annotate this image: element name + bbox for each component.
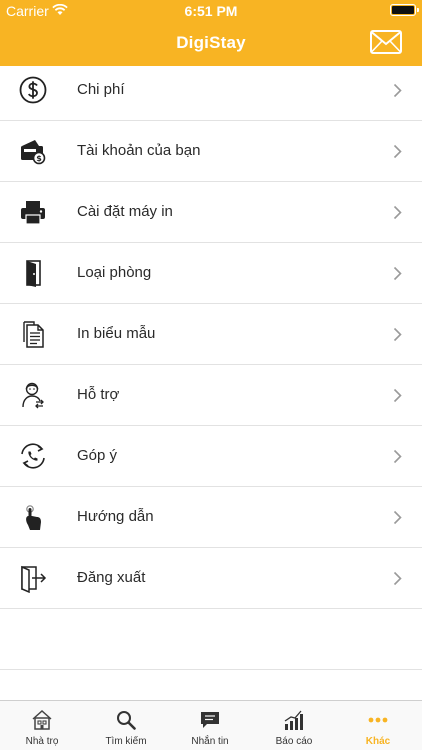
- chat-icon: [201, 712, 219, 728]
- menu-item-label: Cài đặt máy in: [77, 203, 173, 220]
- chevron-right-icon: [393, 388, 402, 403]
- chevron-right-icon: [393, 510, 402, 525]
- svg-text:$: $: [36, 154, 42, 163]
- tab-label: Nhà trọ: [25, 736, 59, 747]
- chevron-right-icon: [393, 327, 402, 342]
- menu-item-label: Tài khoản của bạn: [77, 142, 201, 159]
- chevron-right-icon: [393, 83, 402, 98]
- tab-label: Tìm kiếm: [105, 736, 147, 747]
- menu-item-in-bieu-mau[interactable]: In biểu mẫu: [0, 304, 422, 365]
- wallet-icon: $: [21, 140, 46, 165]
- chevron-right-icon: [393, 449, 402, 464]
- tab-label: Báo cáo: [275, 736, 313, 747]
- app-header: Carrier 6:51 PM DigiStay: [0, 0, 422, 66]
- tab-tim-kiem[interactable]: Tìm kiếm: [84, 701, 168, 750]
- search-icon: [117, 711, 136, 730]
- chart-icon: [284, 710, 303, 730]
- menu-item-gop-y[interactable]: Góp ý: [0, 426, 422, 487]
- menu-item-chi-phi[interactable]: Chi phí: [0, 60, 422, 121]
- menu-item-label: Đăng xuất: [77, 569, 146, 586]
- house-icon: [32, 709, 52, 730]
- chevron-right-icon: [393, 205, 402, 220]
- menu-item-label: Chi phí: [77, 81, 125, 98]
- settings-menu: Chi phí $ Tài khoản của bạn Cài đặt máy …: [0, 60, 422, 670]
- menu-item-cai-dat-may-in[interactable]: Cài đặt máy in: [0, 182, 422, 243]
- logout-icon: [21, 565, 47, 593]
- menu-item-tai-khoan[interactable]: $ Tài khoản của bạn: [0, 121, 422, 182]
- empty-row: [0, 609, 422, 670]
- envelope-icon[interactable]: [370, 30, 402, 54]
- chevron-right-icon: [393, 571, 402, 586]
- menu-item-label: In biểu mẫu: [77, 325, 156, 342]
- menu-item-label: Góp ý: [77, 447, 118, 464]
- tab-khac[interactable]: Khác: [336, 701, 420, 750]
- page-title: DigiStay: [176, 33, 246, 52]
- battery-icon: [390, 4, 419, 16]
- menu-item-label: Hướng dẫn: [77, 508, 154, 525]
- tab-label: Khác: [365, 736, 391, 747]
- tab-bao-cao[interactable]: Báo cáo: [252, 701, 336, 750]
- tab-nhan-tin[interactable]: Nhắn tin: [168, 701, 252, 750]
- chevron-right-icon: [393, 266, 402, 281]
- door-icon: [26, 260, 41, 287]
- menu-item-ho-tro[interactable]: Hỗ trợ: [0, 365, 422, 426]
- support-icon: [22, 382, 44, 409]
- chevron-right-icon: [393, 144, 402, 159]
- more-icon: [368, 717, 388, 723]
- menu-item-label: Hỗ trợ: [77, 386, 120, 403]
- printer-icon: [21, 201, 45, 225]
- status-time: 6:51 PM: [184, 3, 238, 19]
- status-bar: Carrier 6:51 PM: [0, 0, 422, 22]
- menu-item-loai-phong[interactable]: Loại phòng: [0, 243, 422, 304]
- phone-feedback-icon: [21, 443, 45, 469]
- menu-item-huong-dan[interactable]: Hướng dẫn: [0, 487, 422, 548]
- dollar-icon: [19, 76, 47, 104]
- tab-nha-tro[interactable]: Nhà trọ: [0, 701, 84, 750]
- tab-label: Nhắn tin: [191, 736, 229, 747]
- tab-bar: Nhà trọ Tìm kiếm Nhắn tin Báo cáo Khác: [0, 700, 422, 750]
- hand-icon: [26, 505, 41, 530]
- menu-item-dang-xuat[interactable]: Đăng xuất: [0, 548, 422, 609]
- menu-item-label: Loại phòng: [77, 264, 152, 281]
- document-icon: [23, 321, 44, 348]
